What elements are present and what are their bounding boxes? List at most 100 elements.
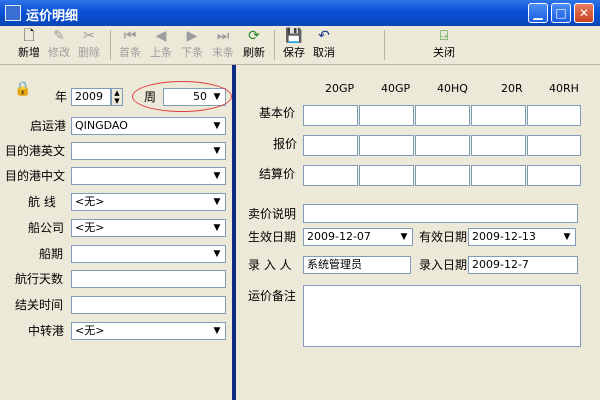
toolbar-separator <box>110 30 111 60</box>
cutoff-time-input[interactable] <box>71 296 226 314</box>
chevron-down-icon[interactable]: ▼ <box>210 195 224 209</box>
chevron-down-icon[interactable]: ▼ <box>560 230 574 244</box>
effective-date-picker[interactable]: 2009-12-07 ▼ <box>303 228 413 246</box>
new-button[interactable]: 🗋 新增 <box>14 28 44 62</box>
column-header: 20R <box>501 82 523 95</box>
new-document-icon: 🗋 <box>23 28 35 44</box>
quote-price-20r[interactable] <box>471 135 526 156</box>
transit-port-select[interactable]: <无> ▼ <box>71 322 226 340</box>
effective-date-value: 2009-12-07 <box>307 230 371 243</box>
dest-port-cn-label: 目的港中文 <box>5 169 66 183</box>
entered-by-label: 录 入 人 <box>248 258 292 272</box>
base-price-20gp[interactable] <box>303 105 358 126</box>
chevron-down-icon[interactable]: ▼ <box>210 169 224 183</box>
dest-port-en-label: 目的港英文 <box>5 144 66 158</box>
close-window-button[interactable]: ✕ <box>574 3 594 23</box>
scissors-icon: ✂ <box>83 28 95 44</box>
chevron-down-icon[interactable]: ▼ <box>210 144 224 158</box>
quote-price-40rh[interactable] <box>527 135 581 156</box>
route-value: <无> <box>75 195 105 208</box>
entry-date-label: 录入日期 <box>419 258 468 272</box>
dest-port-en-select[interactable]: ▼ <box>71 142 226 160</box>
base-price-label: 基本价 <box>259 106 296 120</box>
origin-port-value: QINGDAO <box>75 119 128 132</box>
column-header: 40GP <box>381 82 411 95</box>
settlement-price-40hq[interactable] <box>415 165 470 186</box>
refresh-icon: ⟳ <box>248 28 260 44</box>
entry-date-input[interactable]: 2009-12-7 <box>468 256 578 274</box>
first-record-button[interactable]: ⏮ 首条 <box>115 28 145 62</box>
edit-icon: ✎ <box>53 28 65 44</box>
next-record-button[interactable]: ▶ 下条 <box>177 28 207 62</box>
previous-record-button[interactable]: ◀ 上条 <box>146 28 176 62</box>
quote-price-label: 报价 <box>273 137 298 151</box>
remarks-label: 运价备注 <box>248 289 297 303</box>
carrier-label: 船公司 <box>28 221 65 235</box>
delete-button[interactable]: ✂ 删除 <box>74 28 104 62</box>
column-header: 20GP <box>325 82 355 95</box>
schedule-select[interactable]: ▼ <box>71 245 226 263</box>
chevron-down-icon[interactable]: ▼ <box>397 230 411 244</box>
quote-price-20gp[interactable] <box>303 135 358 156</box>
transit-port-value: <无> <box>75 324 105 337</box>
effective-date-label: 生效日期 <box>248 230 297 244</box>
column-header: 40RH <box>549 82 579 95</box>
dest-port-cn-select[interactable]: ▼ <box>71 167 226 185</box>
base-price-40rh[interactable] <box>527 105 581 126</box>
sale-note-label: 卖价说明 <box>248 207 297 221</box>
edit-button[interactable]: ✎ 修改 <box>44 28 74 62</box>
minimize-button[interactable]: ▁ <box>528 3 548 23</box>
remarks-textarea[interactable] <box>303 285 581 347</box>
panel-divider[interactable] <box>232 65 236 400</box>
cutoff-time-label: 结关时间 <box>15 298 64 312</box>
maximize-button[interactable]: □ <box>551 3 571 23</box>
next-record-icon: ▶ <box>186 28 198 44</box>
origin-port-label: 启运港 <box>30 119 67 133</box>
save-button[interactable]: 💾 保存 <box>279 28 309 62</box>
quote-price-40gp[interactable] <box>359 135 414 156</box>
settlement-price-20gp[interactable] <box>303 165 358 186</box>
toolbar-separator <box>274 30 275 60</box>
toolbar: 🗋 新增 ✎ 修改 ✂ 删除 ⏮ 首条 ◀ 上条 ▶ 下条 ⏭ 末条 ⟳ 刷新 … <box>0 26 600 65</box>
exit-door-icon: ⍈ <box>439 28 449 44</box>
settlement-price-40gp[interactable] <box>359 165 414 186</box>
sale-note-input[interactable] <box>303 204 578 223</box>
close-button[interactable]: ⍈ 关闭 <box>429 28 459 62</box>
settlement-price-40rh[interactable] <box>527 165 581 186</box>
route-label: 航 线 <box>28 195 56 209</box>
refresh-button[interactable]: ⟳ 刷新 <box>239 28 269 62</box>
year-input[interactable]: 2009 <box>71 88 111 106</box>
valid-date-value: 2009-12-13 <box>472 230 536 243</box>
quote-price-40hq[interactable] <box>415 135 470 156</box>
sailing-days-input[interactable] <box>71 270 226 288</box>
last-record-icon: ⏭ <box>216 28 230 44</box>
title-bar: 运价明细 ▁ □ ✕ <box>0 0 600 26</box>
valid-date-picker[interactable]: 2009-12-13 ▼ <box>468 228 576 246</box>
carrier-select[interactable]: <无> ▼ <box>71 219 226 237</box>
highlight-circle <box>132 81 232 112</box>
year-spinner[interactable]: ▲ ▼ <box>111 88 123 106</box>
lock-icon: 🔒 <box>14 81 32 97</box>
window-title: 运价明细 <box>26 9 79 24</box>
settlement-price-20r[interactable] <box>471 165 526 186</box>
sailing-days-label: 航行天数 <box>15 272 64 286</box>
chevron-down-icon[interactable]: ▼ <box>210 221 224 235</box>
column-header: 40HQ <box>437 82 468 95</box>
first-record-icon: ⏮ <box>123 28 137 44</box>
previous-record-icon: ◀ <box>155 28 167 44</box>
cancel-button[interactable]: ↶ 取消 <box>309 28 339 62</box>
last-record-button[interactable]: ⏭ 末条 <box>208 28 238 62</box>
floppy-disk-icon: 💾 <box>285 28 303 44</box>
base-price-20r[interactable] <box>471 105 526 126</box>
year-label: 年 <box>55 90 68 104</box>
app-icon <box>5 5 21 21</box>
origin-port-select[interactable]: QINGDAO ▼ <box>71 117 226 135</box>
chevron-down-icon[interactable]: ▼ <box>210 119 224 133</box>
chevron-down-icon[interactable]: ▼ <box>210 247 224 261</box>
schedule-label: 船期 <box>39 247 64 261</box>
chevron-down-icon[interactable]: ▼ <box>210 324 224 338</box>
entered-by-input[interactable]: 系统管理员 <box>303 256 411 274</box>
base-price-40gp[interactable] <box>359 105 414 126</box>
base-price-40hq[interactable] <box>415 105 470 126</box>
route-select[interactable]: <无> ▼ <box>71 193 226 211</box>
